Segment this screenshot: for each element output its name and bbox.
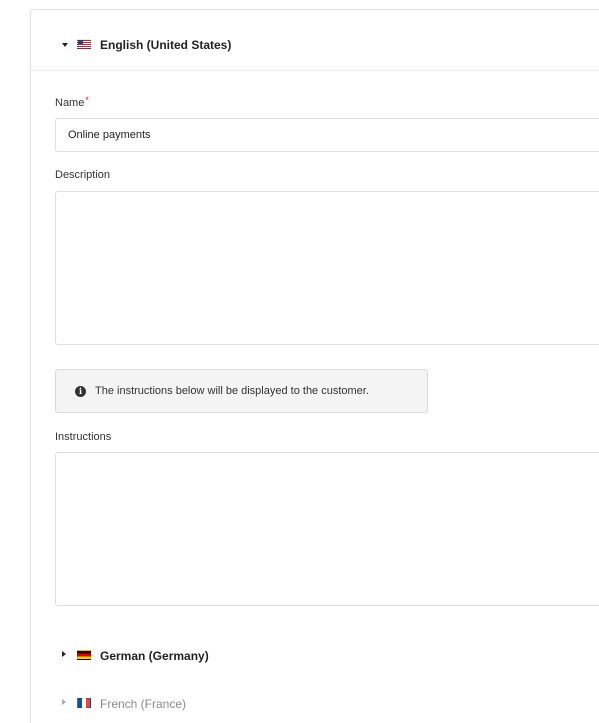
language-section-german-header[interactable]: German (Germany) [31, 634, 599, 674]
instructions-textarea[interactable] [55, 452, 599, 606]
language-title-german: German (Germany) [100, 649, 209, 663]
name-label: Name* [55, 95, 89, 109]
name-input[interactable] [55, 118, 599, 152]
instructions-label: Instructions [55, 431, 112, 443]
language-section-french-header[interactable]: French (France) [31, 683, 599, 723]
flag-de-icon [77, 650, 91, 660]
info-icon: i [75, 386, 86, 397]
description-textarea[interactable] [55, 191, 599, 345]
language-section-english-header[interactable]: English (United States) [31, 10, 599, 71]
description-label: Description [55, 169, 111, 181]
flag-fr-icon [77, 698, 91, 708]
caret-down-icon[interactable] [62, 43, 68, 47]
page: English (United States) Name* Descriptio… [0, 0, 599, 723]
language-title-french: French (France) [100, 697, 187, 711]
flag-us-icon [77, 39, 91, 49]
language-title-english: English (United States) [100, 38, 232, 52]
required-marker: * [85, 95, 89, 105]
caret-right-icon[interactable] [62, 699, 66, 705]
caret-right-icon[interactable] [62, 651, 66, 657]
notice-text: The instructions below will be displayed… [95, 385, 369, 397]
instructions-notice: i The instructions below will be display… [55, 369, 428, 413]
translations-card: English (United States) Name* Descriptio… [30, 9, 599, 723]
name-label-text: Name [55, 97, 85, 109]
